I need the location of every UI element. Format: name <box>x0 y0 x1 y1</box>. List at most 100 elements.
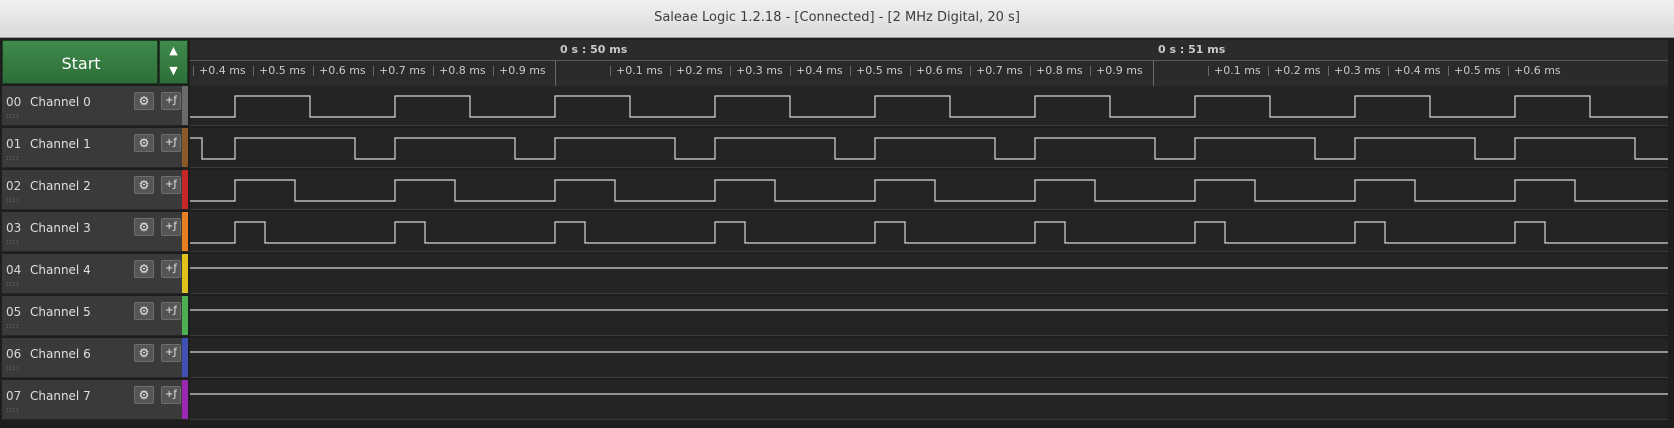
channel-waveform[interactable] <box>190 128 1668 168</box>
channel-row[interactable]: 03:::: Channel 3 ⚙ +ƒ <box>2 212 188 252</box>
waveform-trace <box>190 393 1668 395</box>
channel-row[interactable]: 07:::: Channel 7 ⚙ +ƒ <box>2 380 188 420</box>
start-label: Start <box>61 54 101 73</box>
ruler-minor-label: +0.8 ms <box>1036 64 1083 77</box>
channel-row[interactable]: 04:::: Channel 4 ⚙ +ƒ <box>2 254 188 294</box>
ruler-minor-tick <box>193 66 194 76</box>
channel-number: 02 <box>6 179 22 193</box>
gear-icon[interactable]: ⚙ <box>134 92 154 110</box>
channel-row[interactable]: 06:::: Channel 6 ⚙ +ƒ <box>2 338 188 378</box>
channel-name[interactable]: Channel 6 <box>30 347 91 361</box>
ruler-minor-label: +0.2 ms <box>1274 64 1321 77</box>
drag-handle-icon[interactable]: :::: <box>6 406 19 414</box>
channel-row[interactable]: 02:::: Channel 2 ⚙ +ƒ <box>2 170 188 210</box>
ruler-minor-tick <box>850 66 851 76</box>
channel-number: 04 <box>6 263 22 277</box>
channel-color-swatch <box>182 128 188 167</box>
ruler-minor-tick <box>1508 66 1509 76</box>
drag-handle-icon[interactable]: :::: <box>6 112 19 120</box>
channel-waveform[interactable] <box>190 296 1668 336</box>
channel-name[interactable]: Channel 5 <box>30 305 91 319</box>
ruler-minor-label: +0.1 ms <box>1214 64 1261 77</box>
trigger-edge-icon[interactable]: +ƒ <box>161 218 181 236</box>
drag-handle-icon[interactable]: :::: <box>6 238 19 246</box>
waveform-trace <box>190 351 1668 353</box>
ruler-minor-tick <box>433 66 434 76</box>
ruler-minor-tick <box>670 66 671 76</box>
arrow-up-icon: ▲ <box>169 44 178 57</box>
waveform-trace <box>190 267 1668 269</box>
arrow-down-icon: ▼ <box>169 64 178 77</box>
channel-number: 00 <box>6 95 22 109</box>
ruler-minor-label: +0.5 ms <box>856 64 903 77</box>
ruler-minor-label: +0.2 ms <box>676 64 723 77</box>
channel-color-swatch <box>182 380 188 419</box>
trigger-edge-icon[interactable]: +ƒ <box>161 92 181 110</box>
channel-name[interactable]: Channel 1 <box>30 137 91 151</box>
waveform-trace <box>190 137 1668 160</box>
gear-icon[interactable]: ⚙ <box>134 302 154 320</box>
ruler-minor-tick <box>1388 66 1389 76</box>
waveform-trace <box>190 95 1668 118</box>
drag-handle-icon[interactable]: :::: <box>6 322 19 330</box>
ruler-minor-label: +0.5 ms <box>259 64 306 77</box>
waveform-trace <box>190 179 1668 202</box>
channel-row[interactable]: 01:::: Channel 1 ⚙ +ƒ <box>2 128 188 168</box>
gear-icon[interactable]: ⚙ <box>134 218 154 236</box>
channel-name[interactable]: Channel 4 <box>30 263 91 277</box>
waveform-path <box>190 221 1668 244</box>
ruler-minor-tick <box>1268 66 1269 76</box>
channel-waveform[interactable] <box>190 86 1668 126</box>
ruler-minor-label: +0.7 ms <box>379 64 426 77</box>
channel-name[interactable]: Channel 7 <box>30 389 91 403</box>
gear-icon[interactable]: ⚙ <box>134 176 154 194</box>
trigger-edge-icon[interactable]: +ƒ <box>161 134 181 152</box>
channel-waveform[interactable] <box>190 170 1668 210</box>
ruler-minor-tick <box>1090 66 1091 76</box>
trigger-edge-icon[interactable]: +ƒ <box>161 260 181 278</box>
start-options-button[interactable]: ▲ ▼ <box>159 40 188 84</box>
ruler-minor-label: +0.6 ms <box>1514 64 1561 77</box>
ruler-minor-label: +0.3 ms <box>736 64 783 77</box>
channel-number: 06 <box>6 347 22 361</box>
channel-name[interactable]: Channel 3 <box>30 221 91 235</box>
drag-handle-icon[interactable]: :::: <box>6 364 19 372</box>
channel-waveform[interactable] <box>190 254 1668 294</box>
start-button[interactable]: Start <box>2 40 158 84</box>
trigger-edge-icon[interactable]: +ƒ <box>161 344 181 362</box>
ruler-minor-label: +0.9 ms <box>1096 64 1143 77</box>
gear-icon[interactable]: ⚙ <box>134 386 154 404</box>
drag-handle-icon[interactable]: :::: <box>6 280 19 288</box>
waveform-trace <box>190 221 1668 244</box>
channel-name[interactable]: Channel 0 <box>30 95 91 109</box>
time-ruler[interactable]: 0 s : 50 ms 0 s : 51 ms +0.4 ms +0.5 ms +0.6… <box>190 40 1668 87</box>
channel-color-swatch <box>182 212 188 251</box>
window-title: Saleae Logic 1.2.18 - [Connected] - [2 M… <box>654 10 1020 25</box>
drag-handle-icon[interactable]: :::: <box>6 196 19 204</box>
channel-row[interactable]: 00:::: Channel 0 ⚙ +ƒ <box>2 86 188 126</box>
ruler-minor-tick <box>970 66 971 76</box>
gear-icon[interactable]: ⚙ <box>134 260 154 278</box>
channel-name[interactable]: Channel 2 <box>30 179 91 193</box>
ruler-minor-label: +0.1 ms <box>616 64 663 77</box>
gear-icon[interactable]: ⚙ <box>134 344 154 362</box>
trigger-edge-icon[interactable]: +ƒ <box>161 386 181 404</box>
channel-row[interactable]: 05:::: Channel 5 ⚙ +ƒ <box>2 296 188 336</box>
channel-waveform[interactable] <box>190 380 1668 420</box>
gear-icon[interactable]: ⚙ <box>134 134 154 152</box>
channel-waveform[interactable] <box>190 338 1668 378</box>
waveform-trace <box>190 309 1668 311</box>
title-bar: Saleae Logic 1.2.18 - [Connected] - [2 M… <box>0 0 1674 38</box>
channel-waveform[interactable] <box>190 212 1668 252</box>
ruler-minor-label: +0.9 ms <box>499 64 546 77</box>
ruler-minor-tick <box>730 66 731 76</box>
ruler-major-label: 0 s : 51 ms <box>1158 43 1226 56</box>
trigger-edge-icon[interactable]: +ƒ <box>161 302 181 320</box>
ruler-minor-tick <box>610 66 611 76</box>
drag-handle-icon[interactable]: :::: <box>6 154 19 162</box>
channel-number: 01 <box>6 137 22 151</box>
waveform-path <box>190 179 1668 202</box>
ruler-minor-tick <box>1208 66 1209 76</box>
trigger-edge-icon[interactable]: +ƒ <box>161 176 181 194</box>
ruler-minor-tick <box>253 66 254 76</box>
